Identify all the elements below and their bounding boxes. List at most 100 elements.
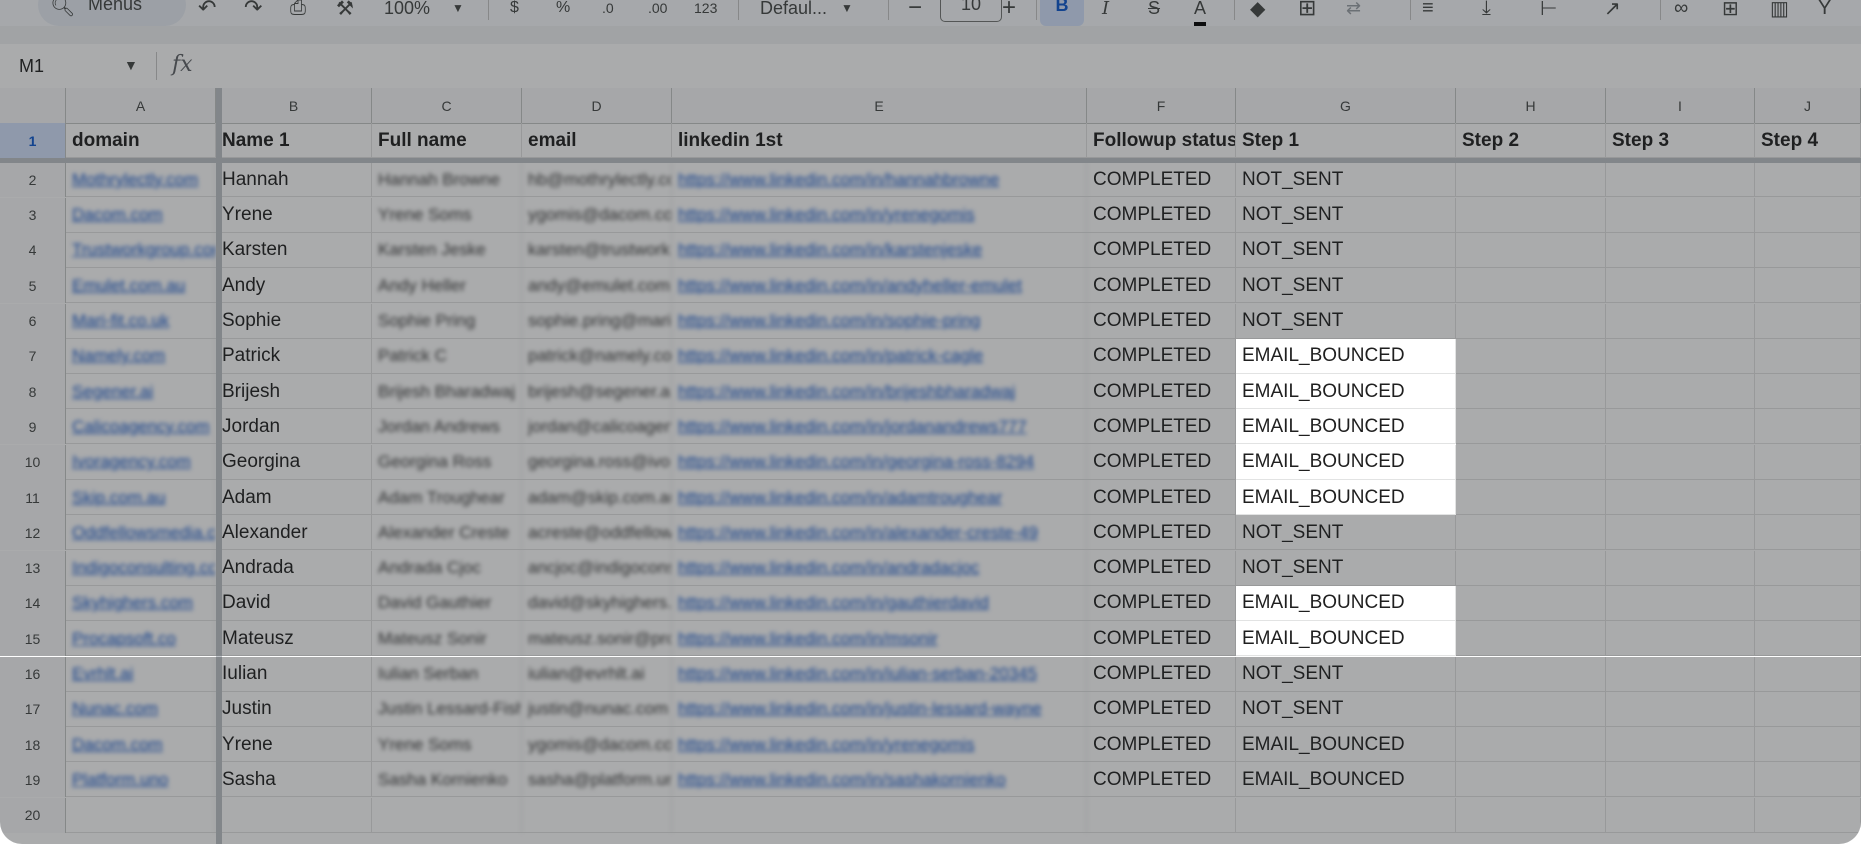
row-header[interactable]: 20	[0, 797, 66, 833]
row-header[interactable]: 10	[0, 444, 66, 480]
row-header[interactable]: 9	[0, 409, 66, 445]
cell-name[interactable]: Sophie	[216, 303, 372, 339]
paint-format-icon[interactable]: ⚒	[336, 0, 354, 22]
cell-full[interactable]: Mateusz Sonir	[372, 621, 522, 657]
cell-empty[interactable]	[1456, 197, 1606, 233]
cell-domain[interactable]	[66, 797, 216, 833]
cell-empty[interactable]	[1606, 621, 1755, 657]
fill-color-icon[interactable]: ◆	[1250, 0, 1265, 22]
header-cell[interactable]: Step 4	[1755, 123, 1861, 158]
header-cell[interactable]: Full name	[372, 123, 522, 158]
cell-link[interactable]: https://www.linkedin.com/in/georgina-ros…	[672, 444, 1087, 480]
cell-empty[interactable]	[1755, 550, 1861, 586]
row-header[interactable]: 8	[0, 374, 66, 410]
cell-empty[interactable]	[1456, 303, 1606, 339]
cell-name[interactable]: Mateusz	[216, 621, 372, 657]
cell-status[interactable]: COMPLETED	[1087, 691, 1236, 727]
cell-status[interactable]: COMPLETED	[1087, 480, 1236, 515]
cell-email[interactable]: patrick@namely.com	[522, 338, 672, 374]
cell-empty[interactable]	[1755, 374, 1861, 410]
cell-step1[interactable]: NOT_SENT	[1236, 303, 1456, 339]
cell-link[interactable]: https://www.linkedin.com/in/alexander-cr…	[672, 515, 1087, 551]
row-header[interactable]: 11	[0, 480, 66, 515]
cell-empty[interactable]	[1456, 656, 1606, 692]
cell-empty[interactable]	[1755, 409, 1861, 445]
cell-step1[interactable]: EMAIL_BOUNCED	[1236, 444, 1456, 480]
cell-step1[interactable]: EMAIL_BOUNCED	[1236, 374, 1456, 410]
cell-step1[interactable]: NOT_SENT	[1236, 656, 1456, 692]
cell-empty[interactable]	[1755, 232, 1861, 268]
sheet-grid[interactable]: ABCDEFGHIJ 1 domain Name 1 Full name email li…	[0, 88, 1861, 844]
cell-step1[interactable]: EMAIL_BOUNCED	[1236, 338, 1456, 374]
cell-empty[interactable]	[1606, 338, 1755, 374]
cell-domain[interactable]: Dacom.com	[66, 727, 216, 763]
cell-step1[interactable]: EMAIL_BOUNCED	[1236, 621, 1456, 657]
cell-status[interactable]: COMPLETED	[1087, 515, 1236, 551]
cell-domain[interactable]: Skip.com.au	[66, 480, 216, 515]
cell-step1[interactable]: NOT_SENT	[1236, 232, 1456, 268]
cell-empty[interactable]	[1456, 727, 1606, 763]
cell-email[interactable]: ygomis@dacom.com	[522, 197, 672, 233]
cell-empty[interactable]	[1456, 621, 1606, 657]
header-cell[interactable]: linkedin 1st	[672, 123, 1087, 158]
cell-status[interactable]: COMPLETED	[1087, 374, 1236, 410]
cell-full[interactable]: Yrene Soms	[372, 197, 522, 233]
cell-empty[interactable]	[1606, 409, 1755, 445]
header-cell[interactable]: domain	[66, 123, 216, 158]
font-size-decrease-button[interactable]: −	[908, 0, 922, 22]
row-header[interactable]: 2	[0, 162, 66, 198]
cell-link[interactable]	[672, 797, 1087, 833]
column-header-c[interactable]: C	[372, 88, 522, 123]
cell-full[interactable]: Hannah Browne	[372, 162, 522, 198]
cell-empty[interactable]	[1755, 444, 1861, 480]
cell-full[interactable]: Sophie Pring	[372, 303, 522, 339]
cell-email[interactable]: ancjoc@indigoconsulting.com	[522, 550, 672, 586]
cell-name[interactable]: Justin	[216, 691, 372, 727]
cell-name[interactable]: Sasha	[216, 762, 372, 798]
column-header-g[interactable]: G	[1236, 88, 1456, 123]
cell-status[interactable]: COMPLETED	[1087, 656, 1236, 692]
cell-status[interactable]: COMPLETED	[1087, 409, 1236, 445]
cell-empty[interactable]	[1755, 515, 1861, 551]
borders-icon[interactable]: ⊞	[1298, 0, 1316, 22]
bold-button[interactable]: B	[1040, 0, 1084, 26]
cell-full[interactable]: Andrada Cjoc	[372, 550, 522, 586]
column-header-f[interactable]: F	[1087, 88, 1236, 123]
column-header-b[interactable]: B	[216, 88, 372, 123]
cell-name[interactable]: Karsten	[216, 232, 372, 268]
currency-button[interactable]: $	[510, 0, 519, 22]
cell-empty[interactable]	[1755, 797, 1861, 833]
cell-empty[interactable]	[1755, 197, 1861, 233]
cell-empty[interactable]	[1456, 797, 1606, 833]
cell-empty[interactable]	[1755, 727, 1861, 763]
cell-empty[interactable]	[1456, 691, 1606, 727]
cell-domain[interactable]: Ivoragency.com	[66, 444, 216, 480]
cell-domain[interactable]: Procapsoft.co	[66, 621, 216, 657]
column-header-e[interactable]: E	[672, 88, 1087, 123]
column-header-i[interactable]: I	[1606, 88, 1755, 123]
cell-name[interactable]: David	[216, 585, 372, 621]
cell-status[interactable]: COMPLETED	[1087, 162, 1236, 198]
cell-domain[interactable]: Dacom.com	[66, 197, 216, 233]
cell-domain[interactable]: Emulet.com.au	[66, 268, 216, 304]
cell-empty[interactable]	[1606, 515, 1755, 551]
row-header[interactable]: 16	[0, 656, 66, 692]
cell-email[interactable]: adam@skip.com.au	[522, 480, 672, 515]
row-header[interactable]: 19	[0, 762, 66, 798]
merge-icon[interactable]: ⇄	[1346, 0, 1361, 22]
cell-name[interactable]: Jordan	[216, 409, 372, 445]
zoom-select[interactable]: 100% ▼	[384, 0, 464, 22]
cell-domain[interactable]: Indigoconsulting.com	[66, 550, 216, 586]
row-header[interactable]: 3	[0, 197, 66, 233]
menus-search[interactable]: 🔍︎ Menus	[38, 0, 186, 26]
strikethrough-button[interactable]: S	[1148, 0, 1160, 22]
header-cell[interactable]: email	[522, 123, 672, 158]
cell-status[interactable]: COMPLETED	[1087, 621, 1236, 657]
cell-empty[interactable]	[1606, 727, 1755, 763]
header-cell[interactable]: Step 2	[1456, 123, 1606, 158]
cell-status[interactable]: COMPLETED	[1087, 268, 1236, 304]
freeze-row-divider[interactable]	[0, 158, 1861, 163]
cell-link[interactable]: https://www.linkedin.com/in/sashakornien…	[672, 762, 1087, 798]
cell-full[interactable]: Georgina Ross	[372, 444, 522, 480]
cell-status[interactable]: COMPLETED	[1087, 727, 1236, 763]
